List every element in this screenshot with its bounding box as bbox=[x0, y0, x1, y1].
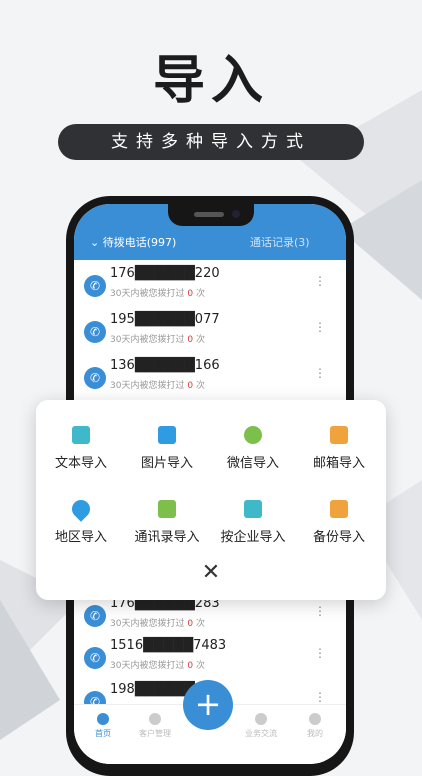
folder-icon bbox=[330, 500, 348, 518]
tab-pending-calls[interactable]: ⌄ 待拨电话(997) bbox=[90, 234, 176, 250]
option-mail-import[interactable]: 邮箱导入 bbox=[296, 426, 382, 471]
tab-customer-management[interactable]: 客户管理 bbox=[130, 713, 180, 739]
option-text-import[interactable]: 文本导入 bbox=[38, 426, 124, 471]
more-icon[interactable]: ⋮ bbox=[314, 366, 326, 380]
call-note: 30天内被您拨打过 0 次 bbox=[110, 661, 205, 671]
tab-home[interactable]: 首页 bbox=[78, 713, 128, 739]
phone-icon: ✆ bbox=[84, 321, 106, 343]
phone-number: 1516█████7483 bbox=[110, 638, 227, 653]
phone-number: 136██████166 bbox=[110, 358, 220, 373]
call-note: 30天内被您拨打过 0 次 bbox=[110, 335, 205, 345]
home-icon bbox=[97, 713, 109, 725]
more-icon[interactable]: ⋮ bbox=[314, 690, 326, 704]
chat-icon bbox=[255, 713, 267, 725]
option-company-import[interactable]: 按企业导入 bbox=[210, 500, 296, 545]
option-image-import[interactable]: 图片导入 bbox=[124, 426, 210, 471]
phone-number: 195██████077 bbox=[110, 312, 220, 327]
building-icon bbox=[244, 500, 262, 518]
more-icon[interactable]: ⋮ bbox=[314, 320, 326, 334]
add-button[interactable]: + bbox=[183, 680, 233, 730]
phone-icon: ✆ bbox=[84, 647, 106, 669]
mail-icon bbox=[330, 426, 348, 444]
tab-profile[interactable]: 我的 bbox=[290, 713, 340, 739]
tab-business-exchange[interactable]: 业务交流 bbox=[236, 713, 286, 739]
call-row[interactable]: ✆ 176██████220 30天内被您拨打过 0 次 ⋮ bbox=[74, 262, 346, 308]
wechat-icon bbox=[244, 426, 262, 444]
tab-call-records[interactable]: 通话记录(3) bbox=[250, 234, 310, 250]
option-region-import[interactable]: 地区导入 bbox=[38, 496, 124, 545]
contacts-icon bbox=[158, 500, 176, 518]
phone-number: 176██████220 bbox=[110, 266, 220, 281]
location-icon bbox=[68, 496, 94, 522]
person-icon bbox=[309, 713, 321, 725]
phone-icon: ✆ bbox=[84, 367, 106, 389]
headline: 导入 bbox=[152, 51, 269, 111]
call-row[interactable]: ✆ 1516█████7483 30天内被您拨打过 0 次 ⋮ bbox=[74, 634, 346, 680]
chevron-down-icon: ⌄ bbox=[90, 236, 103, 249]
phone-icon: ✆ bbox=[84, 605, 106, 627]
option-wechat-import[interactable]: 微信导入 bbox=[210, 426, 296, 471]
user-icon bbox=[149, 713, 161, 725]
close-icon[interactable]: ✕ bbox=[198, 560, 224, 586]
option-contacts-import[interactable]: 通讯录导入 bbox=[124, 500, 210, 545]
option-backup-import[interactable]: 备份导入 bbox=[296, 500, 382, 545]
text-icon bbox=[72, 426, 90, 444]
phone-icon: ✆ bbox=[84, 275, 106, 297]
more-icon[interactable]: ⋮ bbox=[314, 604, 326, 618]
call-row[interactable]: ✆ 195██████077 30天内被您拨打过 0 次 ⋮ bbox=[74, 308, 346, 354]
call-note: 30天内被您拨打过 0 次 bbox=[110, 289, 205, 299]
camera-icon bbox=[158, 426, 176, 444]
call-note: 30天内被您拨打过 0 次 bbox=[110, 381, 205, 391]
call-row[interactable]: ✆ 136██████166 30天内被您拨打过 0 次 ⋮ bbox=[74, 354, 346, 400]
more-icon[interactable]: ⋮ bbox=[314, 274, 326, 288]
more-icon[interactable]: ⋮ bbox=[314, 646, 326, 660]
import-options-popup: 文本导入 图片导入 微信导入 邮箱导入 地区导入 通讯录导入 按企业导入 备份导… bbox=[36, 400, 386, 600]
subtitle-banner: 支持多种导入方式 bbox=[58, 124, 364, 160]
call-note: 30天内被您拨打过 0 次 bbox=[110, 619, 205, 629]
phone-notch bbox=[168, 204, 254, 226]
